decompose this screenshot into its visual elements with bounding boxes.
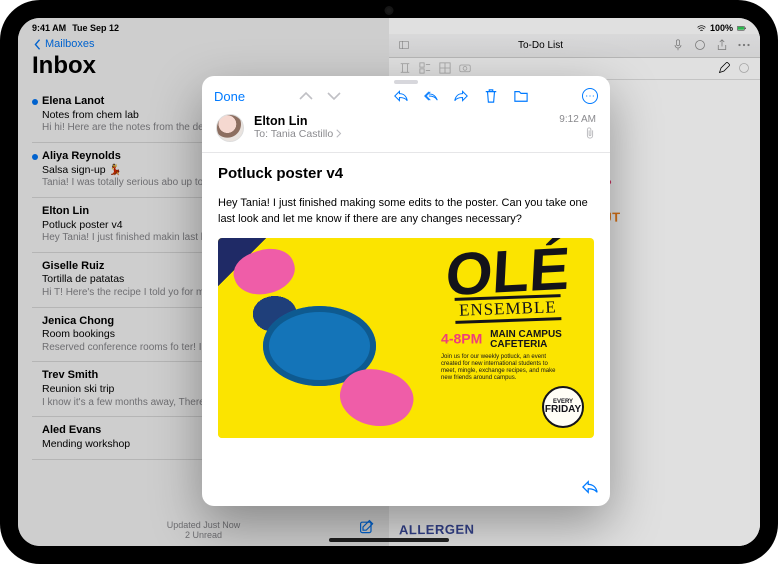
forward-icon bbox=[454, 89, 468, 103]
poster-badge: EVERY FRIDAY bbox=[542, 386, 584, 428]
done-button[interactable]: Done bbox=[214, 89, 245, 104]
poster-subtitle: ENSEMBLE bbox=[454, 294, 561, 324]
trash-button[interactable] bbox=[484, 88, 498, 104]
forward-button[interactable] bbox=[454, 88, 468, 104]
message-body[interactable]: Potluck poster v4 Hey Tania! I just fini… bbox=[202, 153, 610, 506]
chevron-right-icon bbox=[336, 129, 342, 138]
to-label: To: bbox=[254, 128, 268, 140]
poster-illustration bbox=[218, 238, 421, 438]
poster-time: 4-8PM MAIN CAMPUSCAFETERIA bbox=[441, 330, 562, 350]
home-indicator[interactable] bbox=[329, 538, 449, 542]
message-toolbar: Done ⋯ bbox=[202, 88, 610, 112]
reply-all-icon bbox=[424, 89, 438, 103]
to-name: Tania Castillo bbox=[271, 128, 333, 140]
chevron-down-icon bbox=[327, 89, 341, 103]
reply-button[interactable] bbox=[394, 88, 408, 104]
message-subject: Potluck poster v4 bbox=[218, 165, 594, 182]
mail-message-window: Done ⋯ Elton Lin bbox=[202, 76, 610, 506]
poster-attachment[interactable]: OLÉ ENSEMBLE 4-8PM MAIN CAMPUSCAFETERIA … bbox=[218, 238, 594, 438]
prev-message-button[interactable] bbox=[299, 88, 313, 104]
message-text: Hey Tania! I just finished making some e… bbox=[218, 196, 594, 228]
poster-description: Join us for our weekly potluck, an event… bbox=[441, 354, 561, 383]
move-button[interactable] bbox=[514, 88, 528, 104]
reply-all-button[interactable] bbox=[424, 88, 438, 104]
sender-name[interactable]: Elton Lin bbox=[254, 114, 549, 128]
message-time: 9:12 AM bbox=[559, 114, 596, 125]
window-grabber[interactable] bbox=[202, 76, 610, 88]
recipient-line[interactable]: To: Tania Castillo bbox=[254, 128, 549, 140]
front-camera bbox=[385, 6, 394, 15]
sender-avatar[interactable] bbox=[216, 114, 244, 142]
more-actions-button[interactable]: ⋯ bbox=[582, 88, 598, 104]
attachment-icon bbox=[559, 127, 596, 141]
chevron-up-icon bbox=[299, 89, 313, 103]
message-header: Elton Lin To: Tania Castillo 9:12 AM bbox=[202, 112, 610, 153]
next-message-button[interactable] bbox=[327, 88, 341, 104]
quick-reply-button[interactable] bbox=[582, 479, 598, 498]
poster-title: OLÉ bbox=[444, 245, 570, 299]
folder-icon bbox=[514, 89, 528, 103]
reply-icon bbox=[582, 479, 598, 495]
reply-icon bbox=[394, 89, 408, 103]
trash-icon bbox=[484, 89, 498, 103]
